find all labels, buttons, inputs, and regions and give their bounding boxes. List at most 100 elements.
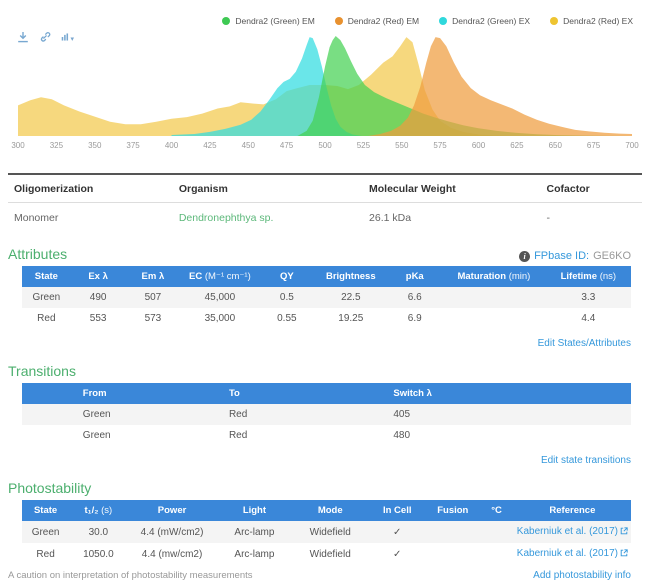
molecular-weight-value: 26.1 kDa: [363, 203, 541, 235]
legend-dot-green-em: [222, 17, 230, 25]
x-axis-tick: 550: [395, 141, 409, 150]
legend-label: Dendra2 (Red) EM: [348, 16, 419, 26]
spectra-chart: ▾ Dendra2 (Green) EM Dendra2 (Red) EM De…: [0, 0, 650, 155]
info-icon[interactable]: i: [519, 251, 530, 262]
organism-link[interactable]: Dendronephthya sp.: [179, 212, 274, 224]
cell: Green: [77, 425, 223, 446]
x-axis-tick: 325: [50, 141, 64, 150]
attributes-section: Attributes i FPbase ID: GE6KO State Ex λ…: [0, 246, 650, 351]
x-axis-tick: 350: [88, 141, 102, 150]
legend-label: Dendra2 (Green) EX: [452, 16, 530, 26]
col-reference: Reference: [514, 500, 631, 521]
photostability-section: Photostability State t₁/₂ (s) Power Ligh…: [0, 480, 650, 581]
x-axis-tick: 425: [203, 141, 217, 150]
add-photostability-link[interactable]: Add photostability info: [533, 570, 631, 581]
oligomerization-value: Monomer: [8, 203, 173, 235]
col-to: To: [223, 383, 387, 404]
cell: Arc-lamp: [217, 543, 293, 565]
cell: Kaberniuk et al. (2017): [514, 543, 631, 565]
attributes-table: State Ex λ Em λ EC (M⁻¹ cm⁻¹) QY Brightn…: [22, 266, 631, 329]
cell: 19.25: [314, 308, 387, 329]
reference-link[interactable]: Kaberniuk et al. (2017): [517, 548, 618, 559]
table-row: Green Red 405: [22, 404, 631, 425]
legend-item-red-ex[interactable]: Dendra2 (Red) EX: [550, 16, 633, 26]
in-cell-check-icon: ✓: [368, 521, 426, 543]
cell: [22, 404, 77, 425]
col-incell: In Cell: [368, 500, 426, 521]
cell: 480: [387, 425, 631, 446]
col-molecular-weight: Molecular Weight: [363, 174, 541, 203]
link-icon[interactable]: [39, 30, 52, 43]
photostability-table: State t₁/₂ (s) Power Light Mode In Cell …: [22, 500, 631, 565]
cell: [479, 521, 513, 543]
col-spacer: [22, 383, 77, 404]
col-state: State: [22, 500, 69, 521]
x-axis-tick: 475: [280, 141, 294, 150]
cell: 490: [71, 287, 126, 308]
legend-item-green-ex[interactable]: Dendra2 (Green) EX: [439, 16, 530, 26]
col-mode: Mode: [292, 500, 368, 521]
transitions-section: Transitions From To Switch λ Green Red 4…: [0, 363, 650, 468]
cell: Green: [77, 404, 223, 425]
chevron-down-icon: ▾: [70, 35, 74, 43]
col-organism: Organism: [173, 174, 363, 203]
cell: 0.55: [259, 308, 314, 329]
cell: Red: [223, 404, 387, 425]
in-cell-check-icon: ✓: [368, 543, 426, 565]
cell: 6.9: [387, 308, 442, 329]
legend-dot-green-ex: [439, 17, 447, 25]
legend-item-green-em[interactable]: Dendra2 (Green) EM: [222, 16, 314, 26]
external-link-icon: [620, 527, 628, 538]
chart-toolbar: ▾: [17, 30, 74, 43]
download-icon[interactable]: [17, 30, 30, 43]
cell: [442, 287, 546, 308]
transitions-heading: Transitions: [8, 363, 76, 379]
table-row: Monomer Dendronephthya sp. 26.1 kDa -: [8, 203, 642, 235]
cell: Widefield: [292, 543, 368, 565]
edit-states-link[interactable]: Edit States/Attributes: [538, 338, 631, 349]
cell: Green: [22, 521, 69, 543]
cell: 405: [387, 404, 631, 425]
chart-config-icon[interactable]: ▾: [61, 30, 74, 43]
col-maturation: Maturation (min): [442, 266, 546, 287]
col-switch: Switch λ: [387, 383, 631, 404]
table-row-green-state: Green 490 507 45,000 0.5 22.5 6.6 3.3: [22, 287, 631, 308]
col-state: State: [22, 266, 71, 287]
col-celsius: °C: [479, 500, 513, 521]
x-axis-tick: 650: [549, 141, 563, 150]
spectra-plot[interactable]: 3003253503754004254504755005255505756006…: [0, 26, 650, 154]
x-axis-tick: 575: [433, 141, 447, 150]
col-cofactor: Cofactor: [541, 174, 642, 203]
col-halftime: t₁/₂ (s): [69, 500, 127, 521]
x-axis-tick: 700: [625, 141, 639, 150]
legend-item-red-em[interactable]: Dendra2 (Red) EM: [335, 16, 419, 26]
attributes-heading: Attributes: [8, 246, 67, 262]
x-axis-tick: 400: [165, 141, 179, 150]
cell: 0.5: [259, 287, 314, 308]
cell: Red: [22, 308, 71, 329]
x-axis-tick: 500: [318, 141, 332, 150]
cell: 1050.0: [69, 543, 127, 565]
col-brightness: Brightness: [314, 266, 387, 287]
fpbase-id-label[interactable]: FPbase ID:: [534, 250, 589, 262]
photostability-header-row: State t₁/₂ (s) Power Light Mode In Cell …: [22, 500, 631, 521]
cell: Widefield: [292, 521, 368, 543]
col-lifetime: Lifetime (ns): [546, 266, 631, 287]
cofactor-value: -: [541, 203, 642, 235]
col-fusion: Fusion: [426, 500, 479, 521]
reference-link[interactable]: Kaberniuk et al. (2017): [517, 526, 618, 537]
cell: 573: [126, 308, 181, 329]
cell: 22.5: [314, 287, 387, 308]
col-oligomerization: Oligomerization: [8, 174, 173, 203]
col-qy: QY: [259, 266, 314, 287]
legend-dot-red-em: [335, 17, 343, 25]
cell: 35,000: [180, 308, 259, 329]
edit-transitions-link[interactable]: Edit state transitions: [541, 455, 631, 466]
cell: Kaberniuk et al. (2017): [514, 521, 631, 543]
external-link-icon: [620, 549, 628, 560]
table-row: Green Red 480: [22, 425, 631, 446]
col-ec: EC (M⁻¹ cm⁻¹): [180, 266, 259, 287]
col-light: Light: [217, 500, 293, 521]
x-axis-tick: 375: [126, 141, 140, 150]
photostability-caution-link[interactable]: A caution on interpretation of photostab…: [8, 570, 253, 581]
